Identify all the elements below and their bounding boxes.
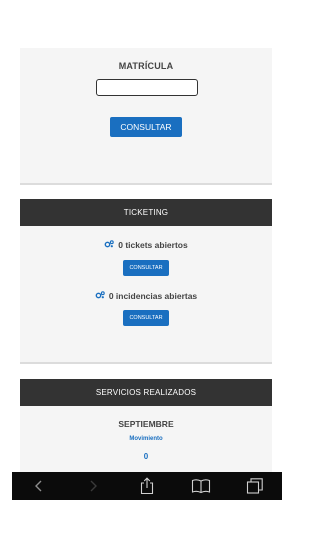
browser-toolbar	[12, 472, 282, 500]
tabs-icon	[246, 477, 264, 495]
cogs-icon	[95, 291, 105, 301]
tickets-line: 0 tickets abiertos	[20, 240, 272, 250]
forward-icon	[88, 479, 98, 493]
incidencias-line: 0 incidencias abiertas	[20, 291, 272, 301]
back-icon	[34, 479, 44, 493]
bookmarks-icon	[191, 478, 211, 494]
servicios-header: SERVICIOS REALIZADOS	[20, 379, 272, 406]
movimiento-label: Movimiento	[129, 436, 163, 442]
servicios-card: SERVICIOS REALIZADOS SEPTIEMBRE Movimien…	[20, 379, 272, 479]
matricula-label: MATRÍCULA	[118, 61, 174, 71]
month-label: SEPTIEMBRE	[118, 419, 174, 429]
consultar-incidencias-button[interactable]: CONSULTAR	[123, 310, 169, 326]
cogs-icon	[104, 240, 115, 250]
bookmarks-button[interactable]	[189, 474, 213, 498]
tabs-button[interactable]	[243, 474, 267, 498]
forward-button[interactable]	[81, 474, 105, 498]
share-icon	[140, 477, 154, 495]
tickets-text: 0 tickets abiertos	[118, 240, 188, 250]
matricula-input[interactable]	[96, 79, 198, 96]
share-button[interactable]	[135, 474, 159, 498]
consultar-matricula-button[interactable]: CONSULTAR	[110, 117, 182, 137]
back-button[interactable]	[27, 474, 51, 498]
ticketing-header: TICKETING	[20, 199, 272, 226]
matricula-card: MATRÍCULA CONSULTAR	[20, 48, 272, 185]
incidencias-text: 0 incidencias abiertas	[108, 291, 198, 301]
ticketing-card: TICKETING 0 tickets abiertos CONSULTAR 0…	[20, 199, 272, 364]
movimiento-value: 0	[143, 452, 149, 461]
consultar-tickets-button[interactable]: CONSULTAR	[123, 260, 169, 276]
